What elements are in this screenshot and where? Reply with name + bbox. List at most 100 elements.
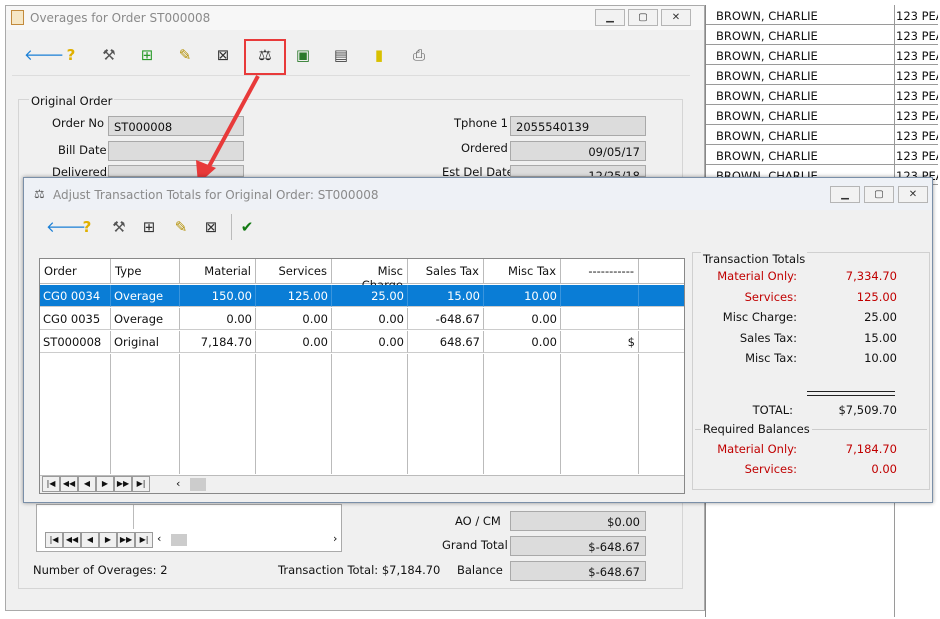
next-record-button[interactable]: ▶ [99, 532, 117, 548]
customer-address: 123 PEA [896, 129, 938, 143]
dialog-maximize-button[interactable]: ▢ [864, 186, 894, 203]
sales-tax-value: 15.00 [864, 331, 897, 345]
prev-record-button[interactable]: ◀ [78, 476, 96, 492]
customer-name: BROWN, CHARLIE [716, 109, 818, 123]
list-item[interactable]: BROWN, CHARLIE 123 PEA [706, 5, 938, 25]
tphone-field[interactable]: 2055540139 [510, 116, 646, 136]
customer-address: 123 PEA [896, 149, 938, 163]
ordered-label: Ordered [461, 141, 508, 155]
column-header-extra[interactable]: ----------- [561, 259, 639, 284]
cell-order: ST000008 [40, 331, 111, 353]
background-table-edge [5, 610, 705, 617]
material-only-value: 7,334.70 [845, 269, 897, 283]
cell-services: 125.00 [256, 285, 332, 307]
last-record-button[interactable]: ▶| [132, 476, 150, 492]
next-page-button[interactable]: ▶▶ [117, 532, 135, 548]
adjust-totals-dialog: ⚖ Adjust Transaction Totals for Original… [23, 177, 933, 503]
column-header-sales-tax[interactable]: Sales Tax [408, 259, 484, 284]
maximize-button[interactable]: ▢ [628, 9, 658, 26]
close-button[interactable]: ✕ [661, 9, 691, 26]
est-del-field[interactable]: 12/25/18 [510, 165, 646, 177]
window-title: Overages for Order ST000008 [30, 11, 211, 25]
misc-charge-label: Misc Charge: [722, 310, 797, 324]
cell-material: 150.00 [180, 285, 256, 307]
grid-nav-bar: |◀ ◀◀ ◀ ▶ ▶▶ ▶| ‹ › [45, 532, 345, 548]
scrollbar-thumb[interactable] [190, 478, 206, 491]
column-header-misc-charge[interactable]: Misc Charge [332, 259, 408, 292]
cell-order: CG0 0035 [40, 308, 111, 330]
ordered-field[interactable]: 09/05/17 [510, 141, 646, 161]
next-page-button[interactable]: ▶▶ [114, 476, 132, 492]
cell-type: Overage [111, 308, 180, 330]
tools-icon[interactable]: ⚒ [108, 216, 130, 238]
grand-total-field[interactable]: $-648.67 [510, 536, 646, 556]
checkmark-icon[interactable]: ✔ [236, 216, 258, 238]
help-icon[interactable]: ? [60, 44, 82, 66]
customer-name: BROWN, CHARLIE [716, 129, 818, 143]
toolbar-separator [231, 214, 232, 240]
print-icon[interactable]: ⎙ [408, 44, 430, 66]
list-item[interactable]: BROWN, CHARLIE 123 PEA [706, 45, 938, 65]
cell-material: 7,184.70 [180, 331, 256, 353]
list-item[interactable]: BROWN, CHARLIE 123 PEA [706, 65, 938, 85]
list-item[interactable]: BROWN, CHARLIE 123 PEA [706, 145, 938, 165]
order-no-label: Order No [52, 116, 104, 130]
minimize-button[interactable]: ▁ [595, 9, 625, 26]
misc-tax-value: 10.00 [864, 351, 897, 365]
scroll-right-icon[interactable]: › [333, 532, 337, 545]
overages-grid[interactable]: |◀ ◀◀ ◀ ▶ ▶▶ ▶| ‹ › [36, 504, 342, 552]
dialog-close-button[interactable]: ✕ [898, 186, 928, 203]
back-arrow-icon[interactable]: 🡐 [24, 44, 64, 66]
cell-order: CG0 0034 [40, 285, 111, 307]
scroll-left-icon[interactable]: ‹ [157, 532, 161, 545]
list-item[interactable]: BROWN, CHARLIE 123 PEA [706, 25, 938, 45]
next-record-button[interactable]: ▶ [96, 476, 114, 492]
column-header-services[interactable]: Services [256, 259, 332, 284]
column-header-misc-tax[interactable]: Misc Tax [484, 259, 561, 284]
help-icon[interactable]: ? [76, 216, 98, 238]
cell-services: 0.00 [256, 331, 332, 353]
transactions-grid[interactable]: Order Type Material Services Misc Charge… [39, 258, 685, 494]
bill-date-label: Bill Date [58, 143, 107, 157]
scales-icon[interactable]: ⚖ [254, 44, 276, 66]
back-arrow-icon[interactable]: 🡐 [46, 216, 86, 238]
cell-blank [639, 331, 684, 353]
list-item[interactable]: BROWN, CHARLIE 123 PEA [706, 85, 938, 105]
cell-sales-tax: 15.00 [408, 285, 484, 307]
column-header-type[interactable]: Type [111, 259, 180, 284]
tools-icon[interactable]: ⚒ [98, 44, 120, 66]
customer-address: 123 PEA [896, 89, 938, 103]
report-icon[interactable]: ▤ [330, 44, 352, 66]
add-doc-icon[interactable]: ⊞ [136, 44, 158, 66]
balance-field[interactable]: $-648.67 [510, 561, 646, 581]
cell-misc-tax: 0.00 [484, 331, 561, 353]
ao-cm-field[interactable]: $0.00 [510, 511, 646, 531]
remove-doc-icon[interactable]: ⊠ [212, 44, 234, 66]
last-record-button[interactable]: ▶| [135, 532, 153, 548]
total-label: TOTAL: [752, 403, 793, 417]
scroll-left-icon[interactable]: ‹ [176, 477, 180, 490]
add-doc-icon[interactable]: ⊞ [138, 216, 160, 238]
list-item[interactable]: BROWN, CHARLIE 123 PEA [706, 125, 938, 145]
remove-doc-icon[interactable]: ⊠ [200, 216, 222, 238]
edit-doc-icon[interactable]: ✎ [170, 216, 192, 238]
prev-page-button[interactable]: ◀◀ [63, 532, 81, 548]
list-item[interactable]: BROWN, CHARLIE 123 PEA [706, 105, 938, 125]
first-record-button[interactable]: |◀ [42, 476, 60, 492]
dialog-title: Adjust Transaction Totals for Original O… [53, 188, 379, 202]
scrollbar-thumb[interactable] [171, 534, 187, 546]
cell-material: 0.00 [180, 308, 256, 330]
cell-misc-tax: 10.00 [484, 285, 561, 307]
column-header-material[interactable]: Material [180, 259, 256, 284]
money-icon[interactable]: ▣ [292, 44, 314, 66]
column-header-order[interactable]: Order [40, 259, 111, 284]
prev-record-button[interactable]: ◀ [81, 532, 99, 548]
services-label: Services: [744, 290, 797, 304]
note-icon[interactable]: ▮ [368, 44, 390, 66]
first-record-button[interactable]: |◀ [45, 532, 63, 548]
cell-blank [639, 308, 684, 330]
dialog-minimize-button[interactable]: ▁ [830, 186, 860, 203]
prev-page-button[interactable]: ◀◀ [60, 476, 78, 492]
required-balances-heading: Required Balances [701, 422, 812, 436]
edit-doc-icon[interactable]: ✎ [174, 44, 196, 66]
